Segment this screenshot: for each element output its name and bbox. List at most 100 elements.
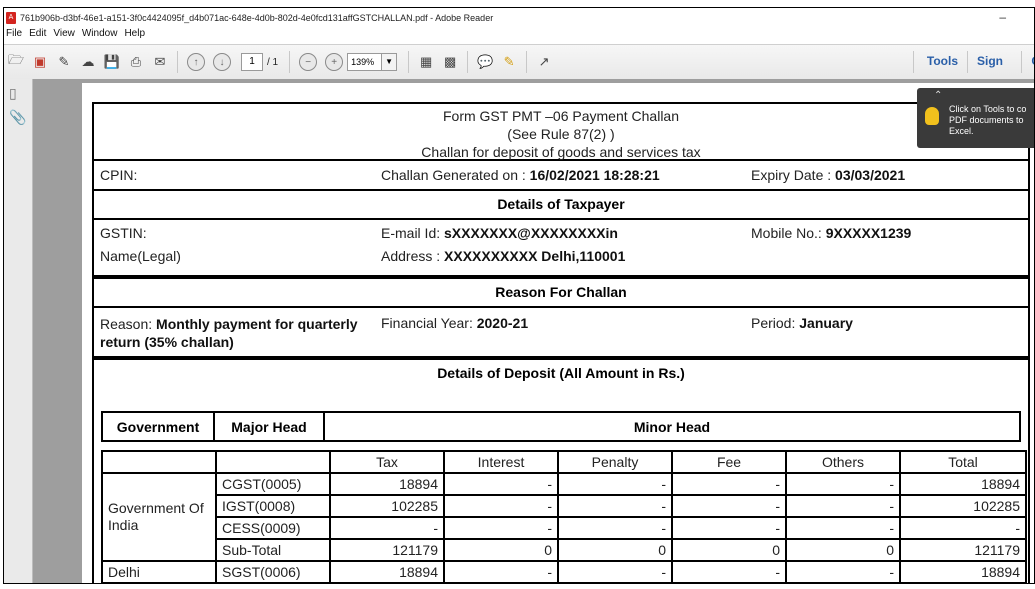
cpin-row: CPIN: Challan Generated on : 16/02/2021 … [94,161,1028,191]
document-viewport[interactable]: Form GST PMT –06 Payment Challan (See Ru… [33,79,1034,583]
reason-section-title: Reason For Challan [94,279,1028,308]
deposit-table: Tax Interest Penalty Fee Others Total Go… [101,450,1027,583]
toolbar-separator [408,51,410,73]
lightbulb-icon [925,107,939,125]
collapse-tooltip-icon[interactable]: ⌃ [934,90,942,101]
comment-icon[interactable]: 💬 [476,53,494,71]
table-row: IGST(0008) 102285 - - - - 102285 [102,494,1027,518]
table-cell: 18894 [329,560,445,583]
table-cell: 121179 [899,538,1027,562]
toolbar-separator [1021,51,1022,73]
column-header: Others [785,450,901,474]
taxpayer-details: GSTIN: E-mail Id: sXXXXXXX@XXXXXXXXin Mo… [94,220,1028,279]
expiry-date: Expiry Date : 03/03/2021 [751,167,905,183]
create-pdf-icon[interactable]: ▣ [31,53,49,71]
table-cell: - [329,516,445,540]
menu-view[interactable]: View [51,27,80,43]
table-row: Sub-Total 121179 0 0 0 0 121179 [102,538,1027,562]
email-label: E-mail Id: [381,225,445,241]
form-rule: (See Rule 87(2) ) [507,126,615,142]
mobile-label: Mobile No.: [751,225,826,241]
pdf-page: Form GST PMT –06 Payment Challan (See Ru… [82,83,1034,583]
menu-edit[interactable]: Edit [27,27,51,43]
column-header: Tax [329,450,445,474]
zoom-dropdown-icon[interactable]: ▼ [382,53,398,71]
minor-head-cell: IGST(0008) [215,494,331,518]
adobe-reader-window: A 761b906b-d3bf-46e1-a151-3f0c4424095f_d… [3,7,1035,584]
sign-button[interactable]: Sign [977,54,1003,68]
table-cell: 102285 [329,494,445,518]
page-down-icon[interactable]: ↓ [213,53,231,71]
period: Period: January [751,315,853,331]
form-title: Form GST PMT –06 Payment Challan [442,108,680,124]
print-icon[interactable]: ⎙ [127,53,145,71]
table-header-row: Tax Interest Penalty Fee Others Total [101,450,1027,474]
email-icon[interactable]: ✉ [151,53,169,71]
minor-head-cell: SGST(0006) [215,560,331,583]
head-major: Major Head [215,413,325,440]
deposit-section-title: Details of Deposit (All Amount in Rs.) [437,365,685,381]
delhi-cell: Delhi [101,560,217,583]
toolbar-separator [467,51,469,73]
zoom-out-icon[interactable]: − [299,53,318,71]
period-value: January [799,315,853,331]
head-minor: Minor Head [633,418,711,435]
menu-window[interactable]: Window [80,27,123,43]
gst-challan-form: Form GST PMT –06 Payment Challan (See Ru… [92,102,1030,583]
page-up-icon[interactable]: ↑ [187,53,205,71]
table-cell: - [557,472,673,496]
table-row: Delhi SGST(0006) 18894 - - - - 18894 [101,560,1027,583]
email: E-mail Id: sXXXXXXX@XXXXXXXXin [381,225,618,241]
table-cell: - [899,516,1027,540]
name-legal-label: Name(Legal) [100,248,181,264]
mobile: Mobile No.: 9XXXXX1239 [751,225,911,241]
expand-view-icon[interactable]: ↗ [535,53,553,71]
challan-generated: Challan Generated on : 16/02/2021 18:28:… [381,167,660,183]
navigation-pane: ▯ 📎 [4,79,33,583]
fit-width-icon[interactable]: ▩ [441,53,459,71]
expiry-value: 03/03/2021 [835,167,906,183]
window-title: 761b906b-d3bf-46e1-a151-3f0c4424095f_d4b… [20,13,494,23]
attachments-icon[interactable]: 📎 [9,109,27,127]
highlight-icon[interactable]: ✎ [500,53,518,71]
zoom-level-input[interactable]: 139% [347,53,383,71]
comment-pane-button[interactable]: C [1031,54,1034,68]
save-icon[interactable]: 💾 [103,53,121,71]
tools-tooltip[interactable]: ⌃ Click on Tools to co PDF documents to … [917,88,1034,148]
table-cell: - [785,516,901,540]
table-cell: 18894 [899,560,1027,583]
table-cell: - [557,516,673,540]
toolbar: 🗁 ▣ ✎ ☁ 💾 ⎙ ✉ ↑ ↓ 1 / 1 − + 139% ▼ ▦ ▩ 💬… [4,44,1034,80]
table-row: CESS(0009) - - - - - - [102,516,1027,540]
table-cell: - [671,516,787,540]
toolbar-separator [967,51,968,73]
form-subtitle: Challan for deposit of goods and service… [421,144,701,160]
pdf-app-icon: A [6,12,16,24]
page-thumbnails-icon[interactable]: ▯ [9,85,27,103]
tooltip-message: Click on Tools to co PDF documents to Ex… [949,104,1027,136]
head-government: Government [103,413,215,440]
generated-value: 16/02/2021 18:28:21 [529,167,660,183]
page-number-input[interactable]: 1 [241,53,263,71]
toolbar-separator [289,51,291,73]
menu-bar: File Edit View Window Help [4,27,1034,43]
reason: Reason: Monthly payment for quarterly re… [100,315,375,351]
column-header: Total [899,450,1027,474]
fit-page-icon[interactable]: ▦ [417,53,435,71]
table-cell: - [671,560,787,583]
edit-pdf-icon[interactable]: ✎ [55,53,73,71]
table-cell: - [443,494,559,518]
title-bar: A 761b906b-d3bf-46e1-a151-3f0c4424095f_d… [4,8,1034,28]
fy-label: Financial Year: [381,315,477,331]
column-header: Interest [443,450,559,474]
open-file-icon[interactable]: 🗁 [7,52,25,71]
tools-button[interactable]: Tools [927,54,958,68]
table-cell: - [443,516,559,540]
menu-help[interactable]: Help [122,27,150,43]
menu-file[interactable]: File [4,27,27,43]
zoom-in-icon[interactable]: + [325,53,344,71]
cloud-upload-icon[interactable]: ☁ [79,53,97,71]
address-value: XXXXXXXXXX Delhi,110001 [444,248,626,264]
minimize-button[interactable]: – [999,10,1006,24]
table-cell: - [557,560,673,583]
